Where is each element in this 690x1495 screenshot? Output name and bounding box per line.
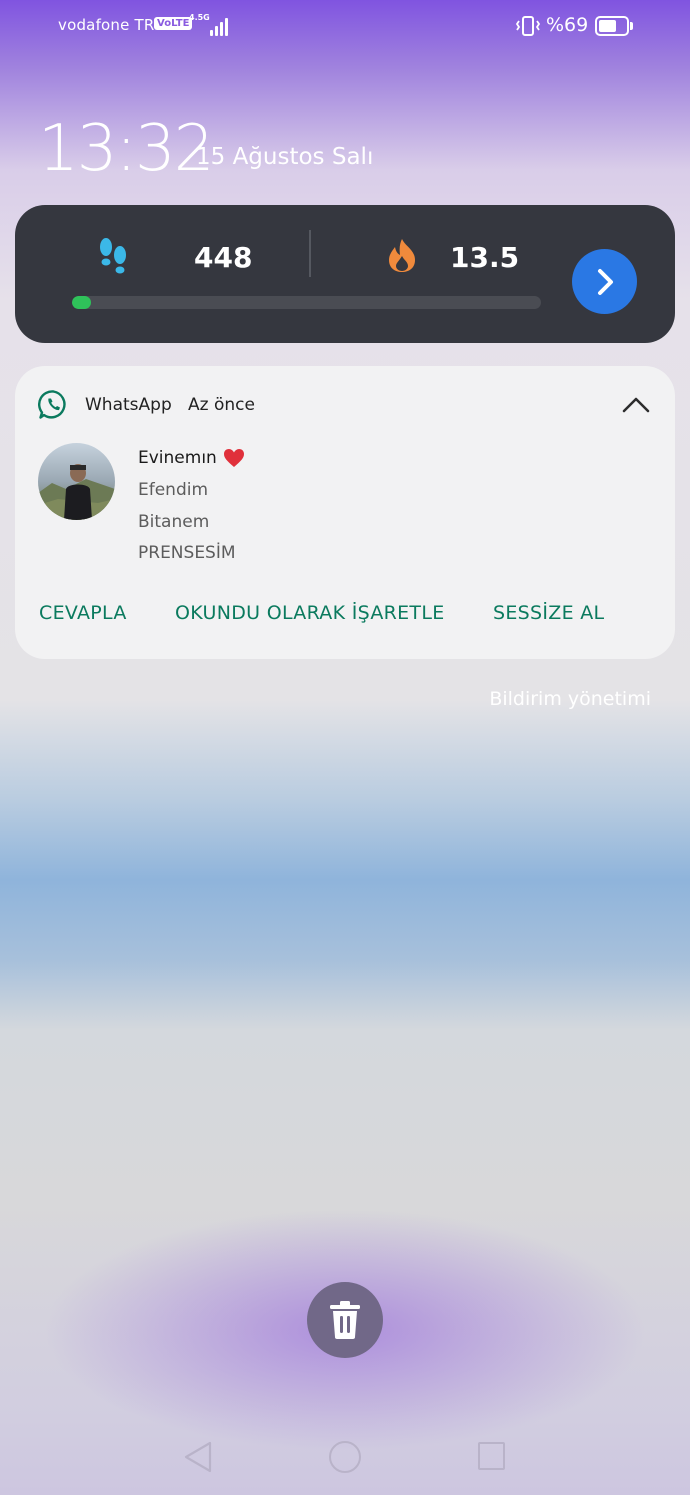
home-button[interactable] — [329, 1441, 361, 1473]
message-line: PRENSESİM — [138, 543, 236, 563]
notification-app-name: WhatsApp — [85, 395, 172, 415]
battery-percent: %69 — [546, 14, 589, 36]
flame-icon — [389, 239, 415, 272]
mute-button[interactable]: SESSİZE AL — [493, 602, 604, 624]
notification-time: Az önce — [188, 395, 255, 415]
vibrate-icon — [515, 16, 541, 36]
calories-value: 13.5 — [450, 241, 520, 274]
volte-badge: VoLTE — [154, 17, 193, 30]
chevron-up-icon[interactable] — [620, 392, 652, 418]
signal-icon — [198, 14, 228, 36]
notification-sender: Evinemın — [138, 448, 245, 468]
carrier-name: vodafone TR — [58, 16, 155, 34]
recents-button[interactable] — [478, 1442, 505, 1470]
manage-notifications-link[interactable]: Bildirim yönetimi — [489, 688, 651, 710]
lockscreen-date: 15 Ağustos Salı — [196, 144, 374, 170]
back-icon[interactable] — [182, 1440, 214, 1474]
widget-divider — [309, 230, 311, 277]
sender-name: Evinemın — [138, 448, 217, 468]
message-line: Efendim — [138, 480, 209, 500]
chevron-right-icon — [597, 268, 613, 295]
steps-progress-bar — [72, 296, 541, 309]
mark-as-read-button[interactable]: OKUNDU OLARAK İŞARETLE — [175, 602, 445, 624]
steps-count: 448 — [194, 241, 253, 274]
heart-icon — [223, 449, 244, 467]
status-bar: vodafone TR VoLTE 4.5G %69 — [0, 0, 690, 52]
battery-icon — [595, 16, 629, 36]
trash-icon — [330, 1301, 360, 1339]
battery-cap — [630, 22, 633, 30]
footsteps-icon — [100, 238, 126, 274]
message-line: Bitanem — [138, 512, 210, 532]
reply-button[interactable]: CEVAPLA — [39, 602, 127, 624]
whatsapp-icon — [38, 390, 66, 419]
lockscreen-time: 13:32 — [38, 112, 214, 186]
clear-all-button[interactable] — [307, 1282, 383, 1358]
open-health-button[interactable] — [572, 249, 637, 314]
avatar — [38, 443, 115, 520]
